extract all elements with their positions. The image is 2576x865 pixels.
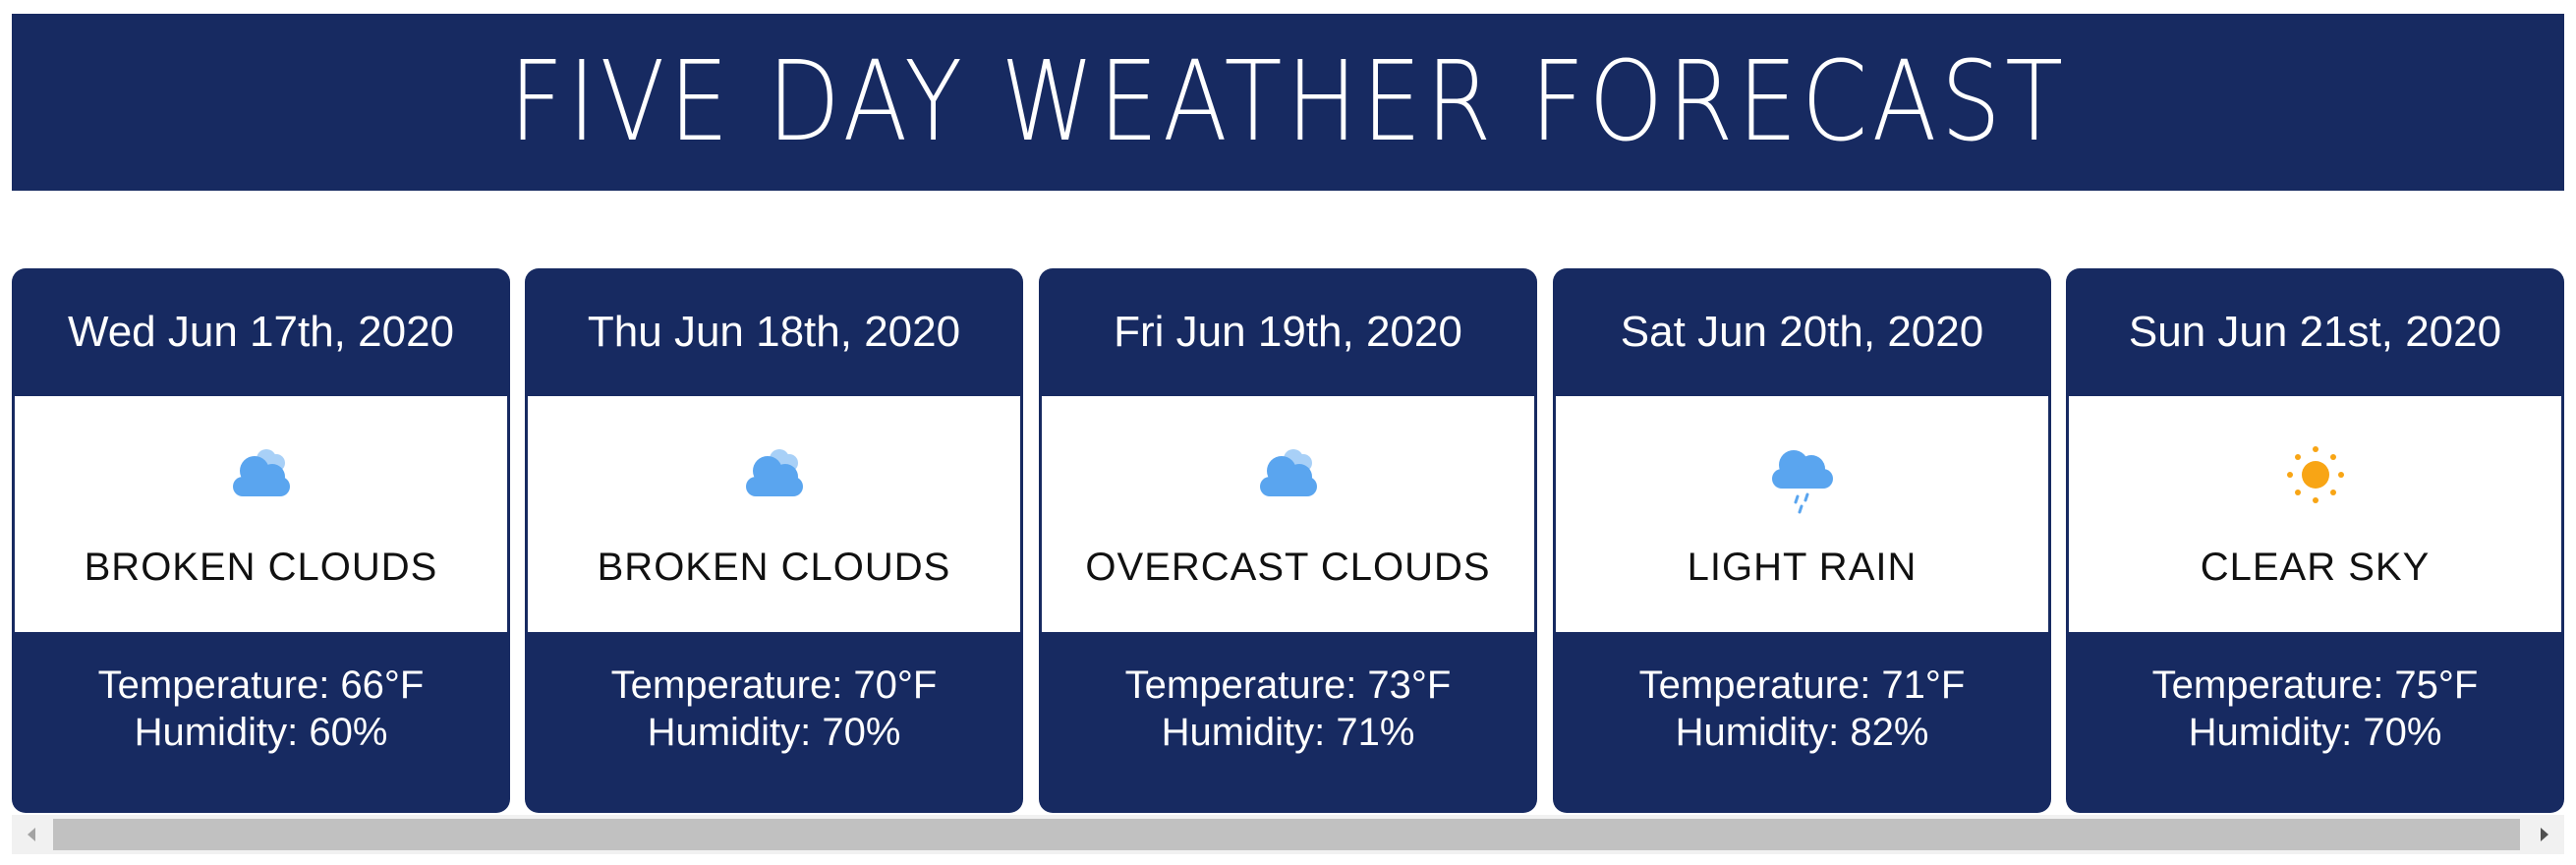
broken-clouds-icon	[745, 449, 803, 496]
forecast-description: OVERCAST CLOUDS	[1085, 546, 1491, 589]
page-header: FIVE DAY WEATHER FORECAST	[12, 14, 2564, 191]
sun-icon	[2286, 446, 2344, 503]
humidity-label: Humidity: 70%	[2188, 711, 2442, 754]
temperature-label: Temperature: 71°F	[1638, 663, 1966, 707]
forecast-description: LIGHT RAIN	[1687, 546, 1918, 589]
forecast-card: Fri Jun 19th, 2020 OVERCAST CLOUDS Tempe…	[1039, 268, 1537, 813]
forecast-stats: Temperature: 71°F Humidity: 82%	[1553, 662, 2051, 756]
forecast-description: CLEAR SKY	[2200, 546, 2431, 589]
triangle-left-icon	[28, 828, 35, 841]
humidity-label: Humidity: 71%	[1161, 711, 1415, 754]
temperature-label: Temperature: 75°F	[2151, 663, 2479, 707]
forecast-date: Thu Jun 18th, 2020	[587, 308, 961, 356]
forecast-date: Fri Jun 19th, 2020	[1114, 308, 1462, 356]
forecast-condition-panel: CLEAR SKY	[2069, 396, 2561, 632]
forecast-stats: Temperature: 75°F Humidity: 70%	[2066, 662, 2564, 756]
forecast-date: Wed Jun 17th, 2020	[67, 308, 455, 356]
forecast-card: Wed Jun 17th, 2020 BROKEN CLOUDS Tempera…	[12, 268, 510, 813]
temperature-label: Temperature: 73°F	[1124, 663, 1452, 707]
broken-clouds-icon	[1259, 449, 1317, 496]
humidity-label: Humidity: 70%	[647, 711, 901, 754]
forecast-stats: Temperature: 70°F Humidity: 70%	[525, 662, 1023, 756]
temperature-label: Temperature: 70°F	[610, 663, 938, 707]
forecast-description: BROKEN CLOUDS	[84, 546, 438, 589]
triangle-right-icon	[2541, 828, 2548, 841]
forecast-stats: Temperature: 73°F Humidity: 71%	[1039, 662, 1537, 756]
forecast-condition-panel: OVERCAST CLOUDS	[1042, 396, 1534, 632]
forecast-card: Sat Jun 20th, 2020 LIGHT RAIN Temperatur…	[1553, 268, 2051, 813]
temperature-label: Temperature: 66°F	[97, 663, 425, 707]
broken-clouds-icon	[232, 449, 290, 496]
forecast-condition-panel: BROKEN CLOUDS	[15, 396, 507, 632]
page-title: FIVE DAY WEATHER FORECAST	[508, 38, 2068, 166]
forecast-date: Sat Jun 20th, 2020	[1620, 308, 1984, 356]
horizontal-scrollbar[interactable]	[12, 815, 2564, 854]
scrollbar-thumb[interactable]	[53, 819, 2520, 850]
forecast-card: Sun Jun 21st, 2020 CLEAR SKY Temperature…	[2066, 268, 2564, 813]
forecast-stats: Temperature: 66°F Humidity: 60%	[12, 662, 510, 756]
rain-cloud-icon	[1771, 450, 1833, 514]
forecast-condition-panel: BROKEN CLOUDS	[528, 396, 1020, 632]
humidity-label: Humidity: 60%	[134, 711, 388, 754]
forecast-description: BROKEN CLOUDS	[597, 546, 951, 589]
forecast-condition-panel: LIGHT RAIN	[1556, 396, 2048, 632]
forecast-card: Thu Jun 18th, 2020 BROKEN CLOUDS Tempera…	[525, 268, 1023, 813]
scroll-right-button[interactable]	[2525, 815, 2564, 854]
forecast-date: Sun Jun 21st, 2020	[2128, 308, 2502, 356]
humidity-label: Humidity: 82%	[1675, 711, 1929, 754]
scroll-left-button[interactable]	[12, 815, 51, 854]
forecast-cards: Wed Jun 17th, 2020 BROKEN CLOUDS Tempera…	[12, 268, 2564, 813]
